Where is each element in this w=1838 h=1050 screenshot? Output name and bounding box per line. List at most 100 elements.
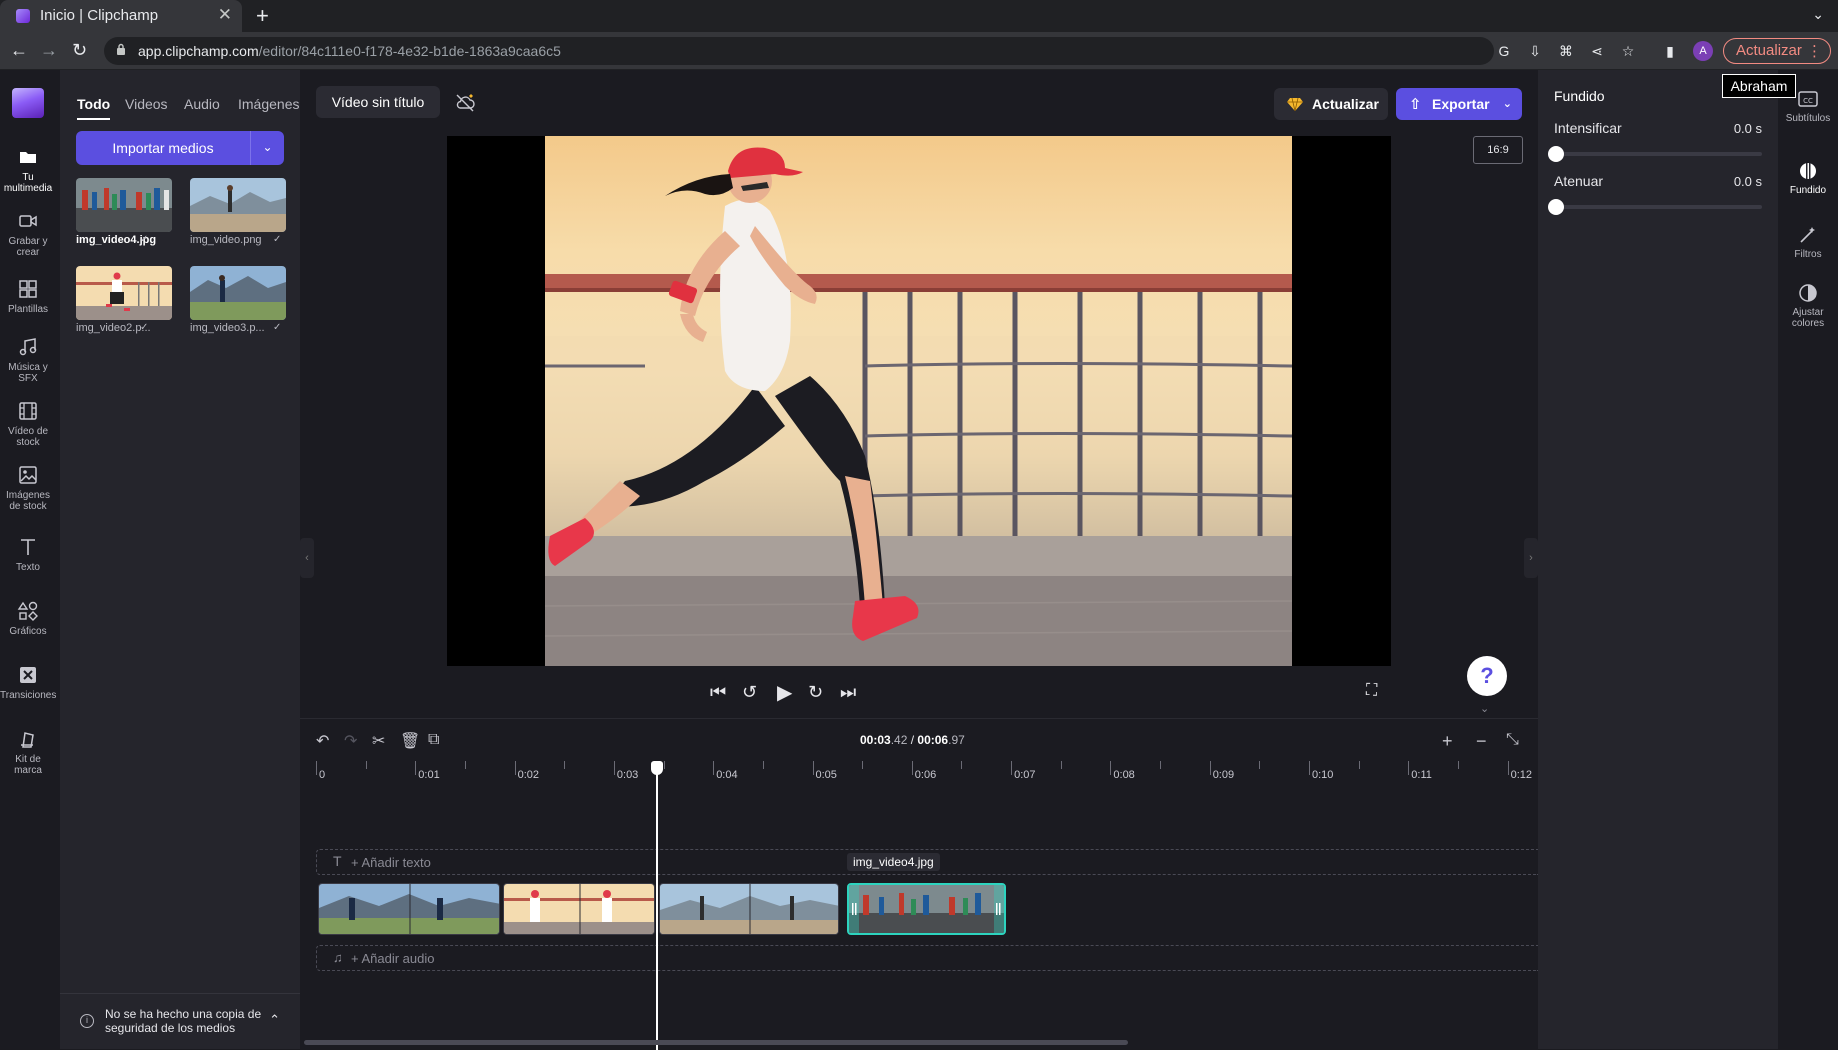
bookmark-star-icon[interactable]: ☆ (1620, 43, 1636, 59)
clipchamp-logo[interactable] (12, 88, 44, 118)
browser-update-button[interactable]: Actualizar ⋮ (1723, 38, 1831, 64)
fade-out-slider[interactable] (1548, 199, 1762, 215)
media-thumbnail[interactable] (190, 178, 286, 232)
export-button[interactable]: ⇧ Exportar ⌄ (1396, 88, 1522, 120)
media-thumbnail[interactable] (190, 266, 286, 320)
duplicate-icon[interactable]: ⧉ (428, 731, 439, 749)
nav-record-create[interactable]: Grabar y crear (0, 210, 56, 258)
ruler-subtick (1358, 761, 1360, 769)
forward-icon[interactable]: → (40, 40, 58, 61)
chevron-down-icon[interactable]: ⌄ (1480, 702, 1489, 715)
collapse-right-panel-handle[interactable]: › (1524, 538, 1538, 578)
skip-to-start-icon[interactable]: ⏮ (710, 682, 726, 703)
nav-your-media[interactable]: Tu multimedia (0, 146, 56, 194)
new-tab-icon[interactable]: + (256, 3, 269, 29)
nav-label: Transiciones (0, 690, 57, 701)
video-title-field[interactable]: Vídeo sin título (316, 86, 440, 118)
video-preview[interactable] (447, 136, 1391, 666)
nav-stock-images[interactable]: Imágenes de stock (0, 464, 56, 512)
ruler-tick (1209, 761, 1211, 775)
close-tab-icon[interactable]: ✕ (218, 5, 232, 25)
panel-title: Fundido (1554, 88, 1605, 104)
nav-text[interactable]: Texto (0, 536, 56, 573)
scissors-icon[interactable]: ✂ (372, 731, 385, 751)
aspect-ratio-button[interactable]: 16:9 (1473, 136, 1523, 164)
tab-videos[interactable]: Videos (125, 96, 168, 112)
reload-icon[interactable]: ↻ (72, 40, 87, 61)
rail-adjust-colors[interactable]: Ajustar colores (1778, 282, 1838, 329)
browser-tab[interactable]: Inicio | Clipchamp ✕ (0, 0, 242, 32)
google-icon[interactable]: G (1496, 43, 1512, 59)
tab-audio[interactable]: Audio (184, 96, 220, 112)
ruler-tick-label: 0:06 (914, 769, 937, 781)
nav-label: Plantillas (7, 304, 49, 315)
zoom-out-icon[interactable]: − (1476, 731, 1487, 752)
rail-fade[interactable]: Fundido (1778, 160, 1838, 196)
fade-panel: Fundido Intensificar 0.0 s Atenuar 0.0 s (1538, 70, 1778, 1049)
upgrade-button[interactable]: Actualizar (1274, 88, 1388, 120)
clipchamp-app: Tu multimedia Grabar y crear Plantillas … (0, 70, 1838, 1050)
current-time: 00:03 (860, 733, 891, 747)
nav-transitions[interactable]: Transiciones (0, 664, 56, 701)
upgrade-label: Actualizar (1312, 96, 1379, 112)
nav-stock-video[interactable]: Vídeo de stock (0, 400, 56, 448)
skip-to-end-icon[interactable]: ⏭ (840, 682, 856, 703)
forward-5s-icon[interactable]: ↻ (808, 682, 823, 703)
ruler-tick (613, 761, 615, 775)
cloud-offline-icon[interactable] (454, 92, 476, 114)
playhead-handle[interactable] (651, 761, 663, 775)
fade-in-slider[interactable] (1548, 146, 1762, 162)
fade-out-slider-handle[interactable] (1548, 199, 1564, 215)
help-button[interactable]: ? (1467, 656, 1507, 696)
fullscreen-icon[interactable]: ⛶ (1366, 682, 1377, 700)
timeline-clip[interactable] (503, 883, 655, 935)
profile-avatar[interactable]: A (1693, 41, 1713, 61)
play-icon[interactable]: ▶ (777, 680, 792, 705)
nav-graphics[interactable]: Gráficos (0, 600, 56, 637)
time-ruler[interactable]: 0 0:01 0:02 0:03 0:04 0:05 0:06 0:07 0:08 0:09 0:1… (316, 761, 1538, 785)
ruler-tick (812, 761, 814, 775)
timeline-clip-selected[interactable] (847, 883, 1006, 935)
nav-brand-kit[interactable]: Kit de marca (0, 728, 56, 776)
editor-center: Vídeo sin título Actualizar ⇧ Exportar ⌄… (300, 70, 1538, 1050)
chevron-down-icon[interactable]: ⌄ (250, 131, 284, 165)
playhead[interactable] (651, 761, 663, 1050)
fade-out-value: 0.0 s (1733, 174, 1762, 189)
timeline-scrollbar[interactable] (304, 1040, 1128, 1045)
tab-search-icon[interactable]: ⌄ (1812, 6, 1824, 23)
install-app-icon[interactable]: ⇩ (1527, 43, 1543, 59)
fade-in-slider-handle[interactable] (1548, 146, 1564, 162)
redo-icon[interactable]: ↷ (344, 731, 357, 751)
check-icon: ✓ (140, 322, 149, 333)
nav-templates[interactable]: Plantillas (0, 278, 56, 315)
undo-icon[interactable]: ↶ (316, 731, 329, 751)
templates-icon (19, 280, 37, 298)
ruler-tick-label: 0:12 (1510, 769, 1533, 781)
ruler-subtick (365, 761, 367, 769)
translate-icon[interactable]: ⌘ (1558, 43, 1574, 59)
fit-timeline-icon[interactable]: ⤡ (1506, 731, 1519, 749)
back-icon[interactable]: ← (10, 40, 28, 61)
collapse-left-panel-handle[interactable]: ‹ (300, 538, 314, 578)
media-thumbnail[interactable] (76, 178, 172, 232)
add-audio-track[interactable]: ♫ + Añadir audio (316, 945, 1538, 971)
chevron-up-icon[interactable]: ⌃ (269, 1012, 280, 1028)
rail-filters[interactable]: Filtros (1778, 224, 1838, 260)
ruler-subtick (464, 761, 466, 769)
zoom-in-icon[interactable]: + (1442, 731, 1453, 752)
share-icon[interactable]: ⋖ (1589, 43, 1605, 59)
backup-notice[interactable]: i No se ha hecho una copia de seguridad … (60, 993, 300, 1049)
media-thumbnail[interactable] (76, 266, 172, 320)
side-panel-icon[interactable]: ▮ (1662, 43, 1678, 59)
nav-music-sfx[interactable]: Música y SFX (0, 336, 56, 384)
rail-label: Fundido (1789, 185, 1827, 196)
ruler-subtick (663, 761, 665, 769)
tab-all[interactable]: Todo (77, 96, 111, 120)
import-media-button[interactable]: Importar medios ⌄ (76, 131, 284, 165)
url-field[interactable]: app.clipchamp.com/editor/84c111e0-f178-4… (104, 37, 1494, 65)
trash-icon[interactable]: 🗑 (400, 731, 420, 751)
tab-images[interactable]: Imágenes (238, 96, 299, 112)
timeline-clip[interactable] (318, 883, 500, 935)
rewind-5s-icon[interactable]: ↺ (742, 682, 757, 703)
timeline-clip[interactable] (659, 883, 839, 935)
